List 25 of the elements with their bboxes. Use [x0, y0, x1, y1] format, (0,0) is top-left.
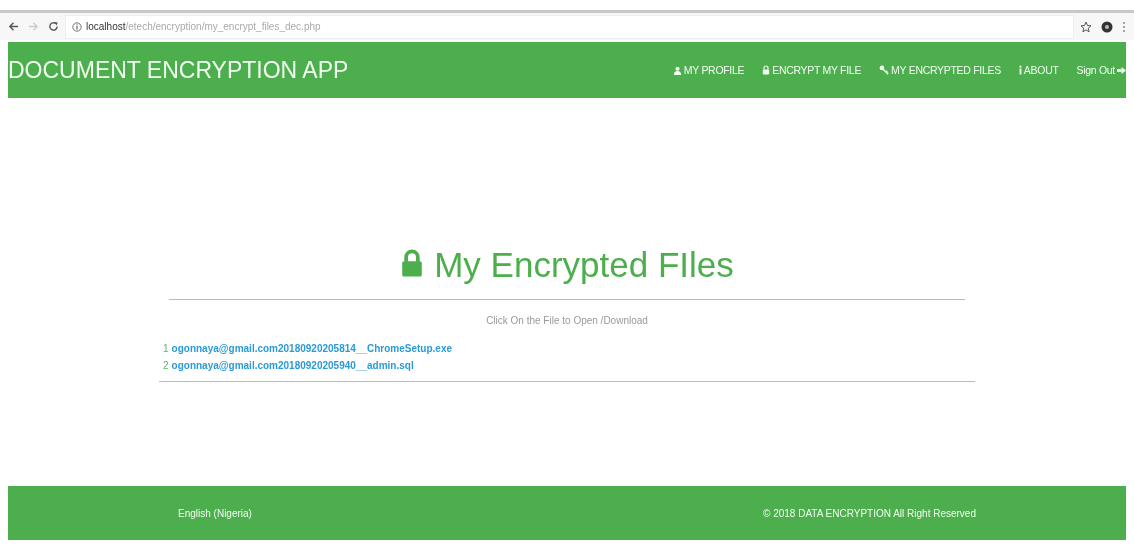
- user-icon: [672, 65, 682, 75]
- nav-link[interactable]: MY PROFILE: [672, 64, 745, 76]
- reload-icon[interactable]: [48, 21, 59, 32]
- nav-link[interactable]: Sign Out: [1076, 64, 1126, 76]
- file-number: 2: [163, 360, 169, 371]
- language-text: English (Nigeria): [178, 507, 252, 519]
- url-text: localhost/etech/encryption/my_encrypt_files_dec.php: [86, 21, 321, 32]
- file-link[interactable]: ogonnaya@gmail.com20180920205814__ChromeSetup.exe: [171, 343, 452, 354]
- address-field[interactable]: localhost/etech/encryption/my_encrypt_files_dec.php: [65, 14, 1074, 39]
- nav-link[interactable]: ENCRYPT MY FILE: [762, 64, 862, 76]
- info-icon: [72, 21, 82, 32]
- page-title: My Encrypted FIles: [434, 245, 734, 285]
- nav-link[interactable]: MY ENCRYPTED FILES: [879, 64, 1001, 76]
- nav-link[interactable]: ABOUT: [1018, 64, 1059, 76]
- back-icon[interactable]: [8, 21, 19, 32]
- copyright-text: © 2018 DATA ENCRYPTION All Right Reserved: [763, 507, 976, 519]
- file-link[interactable]: ogonnaya@gmail.com20180920205940__admin.sql: [171, 360, 414, 371]
- star-icon[interactable]: [1080, 20, 1092, 33]
- file-number: 1: [163, 343, 169, 354]
- arrow-icon: [1117, 65, 1126, 75]
- instruction-text: Click On the File to Open /Download: [485, 315, 649, 326]
- app-title[interactable]: DOCUMENT ENCRYPTION APP: [8, 56, 349, 84]
- lock-icon: [762, 65, 771, 75]
- info-icon: [1018, 65, 1022, 75]
- key-icon: [879, 65, 890, 75]
